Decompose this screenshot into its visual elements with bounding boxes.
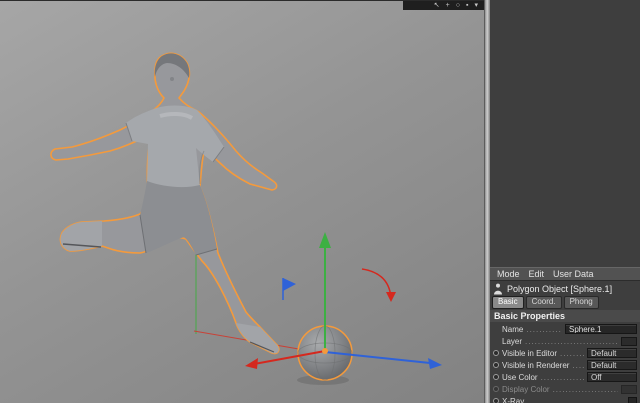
object-title: Polygon Object [Sphere.1] (507, 283, 613, 294)
property-rows: Name ...................................… (490, 323, 640, 403)
visible-in-editor-dropdown[interactable]: Default (587, 348, 637, 358)
keyframe-dot[interactable] (493, 386, 499, 392)
attribute-manager: Mode Edit User Data Polygon Object [Sphe… (490, 0, 640, 403)
menu-user-data[interactable]: User Data (553, 269, 594, 279)
dot-leaders: ........................................… (560, 348, 584, 358)
dot-leaders: ........................................… (572, 360, 584, 370)
boy-figure-model[interactable] (50, 52, 280, 355)
property-row-use-color: Use Color ..............................… (490, 371, 640, 383)
menu-edit[interactable]: Edit (529, 269, 545, 279)
menu-arrow-icon[interactable]: ▾ (474, 2, 478, 9)
object-header: Polygon Object [Sphere.1] (490, 282, 640, 295)
display-color-control (621, 384, 637, 394)
move-tool-icon[interactable]: + (446, 2, 450, 9)
select-tool-icon[interactable]: ↖ (434, 2, 440, 9)
tab-coord[interactable]: Coord. (525, 296, 562, 309)
dot-leaders: ........................................… (526, 324, 562, 334)
gizmo-x-arrowhead[interactable] (245, 358, 258, 369)
keyframe-dot[interactable] (493, 398, 499, 403)
keyframe-dot[interactable] (493, 350, 499, 356)
menu-mode[interactable]: Mode (497, 269, 520, 279)
property-label: Visible in Editor (502, 348, 557, 358)
figure-object-icon (494, 283, 502, 294)
figure-shorts (140, 181, 217, 255)
viewport-toolbar: ↖ + ○ ▪ ▾ (403, 1, 484, 10)
name-input[interactable]: Sphere.1 (565, 324, 637, 334)
rotation-handles[interactable] (282, 268, 396, 302)
property-label: Display Color (502, 384, 550, 394)
attribute-tabs: Basic Coord. Phong (490, 296, 640, 309)
use-color-dropdown[interactable]: Off (587, 372, 637, 382)
dot-leaders: ........................................… (525, 336, 618, 346)
layer-picker[interactable] (621, 336, 637, 346)
tab-phong[interactable]: Phong (563, 296, 599, 309)
property-label: Use Color (502, 372, 538, 382)
figure-shirt (126, 105, 224, 190)
property-row-visible-renderer: Visible in Renderer ....................… (490, 359, 640, 371)
figure-shoe-right (236, 323, 279, 354)
rotate-handle-x-arrow[interactable] (386, 292, 396, 302)
property-label: Layer (502, 336, 523, 346)
keyframe-dot[interactable] (493, 374, 499, 380)
property-label: Name (502, 324, 524, 334)
property-label: X-Ray (502, 396, 525, 403)
dot-leaders: ........................................… (540, 372, 584, 382)
property-row-xray: X-Ray ..................................… (490, 395, 640, 403)
rotate-handle-z-flag[interactable] (283, 278, 296, 291)
property-row-layer: Layer ..................................… (490, 335, 640, 347)
attribute-manager-menubar: Mode Edit User Data (490, 267, 640, 281)
viewport-canvas[interactable] (0, 1, 484, 403)
rotate-handle-x-arc[interactable] (361, 268, 392, 299)
section-title: Basic Properties (490, 310, 640, 322)
tab-basic[interactable]: Basic (492, 296, 524, 309)
property-row-visible-editor: Visible in Editor ......................… (490, 347, 640, 359)
keyframe-dot[interactable] (493, 362, 499, 368)
xray-checkbox[interactable] (628, 396, 637, 403)
property-label: Visible in Renderer (502, 360, 570, 370)
scale-tool-icon[interactable]: ▪ (466, 2, 468, 9)
gizmo-z-arrowhead[interactable] (428, 358, 442, 369)
property-row-name: Name ...................................… (490, 323, 640, 335)
gizmo-y-arrowhead[interactable] (319, 232, 331, 248)
visible-in-renderer-dropdown[interactable]: Default (587, 360, 637, 370)
viewport[interactable]: ↖ + ○ ▪ ▾ (0, 0, 484, 403)
property-row-display-color: Display Color ..........................… (490, 383, 640, 395)
figure-ear (170, 77, 174, 81)
rotate-tool-icon[interactable]: ○ (456, 2, 460, 9)
dot-leaders: ........................................… (552, 384, 618, 394)
dot-leaders: ........................................… (527, 396, 625, 403)
application-window: ↖ + ○ ▪ ▾ Mode Edit User Data Polygon Ob… (0, 0, 640, 403)
gizmo-center[interactable] (322, 348, 328, 354)
